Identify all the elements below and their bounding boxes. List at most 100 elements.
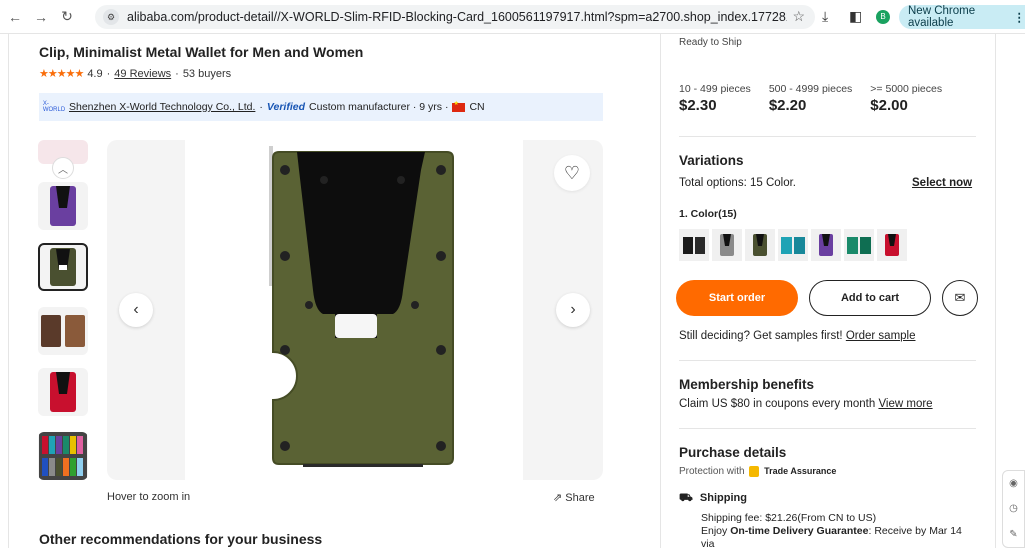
thumbnail-item-active[interactable] <box>38 243 88 291</box>
more-menu-icon[interactable]: ⋮ <box>1014 10 1025 24</box>
membership-heading: Membership benefits <box>679 377 814 392</box>
tier-range: 500 - 4999 pieces <box>769 83 852 95</box>
delivery-prefix: Enjoy <box>701 525 727 537</box>
protection-text: Protection with <box>679 466 745 477</box>
supplier-details: Custom manufacturer · 9 yrs · <box>309 101 448 113</box>
delivery-suffix: : Receive by Mar 14 <box>869 525 962 537</box>
shipping-row: ⛟ Shipping <box>679 492 747 506</box>
delivery-via: via <box>701 538 714 550</box>
reviews-link[interactable]: 49 Reviews <box>114 68 171 80</box>
forward-icon[interactable]: → <box>30 6 52 28</box>
verified-badge: Verified <box>267 101 305 113</box>
ready-to-ship-label: Ready to Ship <box>679 37 742 48</box>
start-order-button[interactable]: Start order <box>676 280 798 316</box>
address-bar[interactable]: ⚙ alibaba.com/product-detail//X-WORLD-Sl… <box>95 5 815 29</box>
page-divider <box>8 34 9 548</box>
separator: · <box>259 101 263 113</box>
separator: · <box>175 68 179 80</box>
color-swatch[interactable] <box>844 229 874 261</box>
bookmark-star-icon[interactable]: ☆ <box>792 8 805 25</box>
color-swatch[interactable] <box>679 229 709 261</box>
buyers-count: 53 buyers <box>183 68 231 80</box>
share-button[interactable]: ⇗ Share <box>553 491 595 504</box>
hover-zoom-hint: Hover to zoom in <box>107 491 190 503</box>
thumbnail-item[interactable] <box>38 432 88 480</box>
color-swatch[interactable] <box>811 229 841 261</box>
url-text[interactable]: alibaba.com/product-detail//X-WORLD-Slim… <box>127 10 787 24</box>
add-to-cart-button[interactable]: Add to cart <box>809 280 931 316</box>
browser-toolbar: ← → ↻ ⚙ alibaba.com/product-detail//X-WO… <box>0 0 1025 34</box>
supplier-name-link[interactable]: Shenzhen X-World Technology Co., Ltd. <box>69 101 255 113</box>
tier-price: $2.20 <box>769 97 852 114</box>
avatar-icon[interactable]: ◉ <box>1009 478 1018 489</box>
rating-row: ★★★★★ 4.9 · 49 Reviews · 53 buyers <box>39 67 231 80</box>
tier-price: $2.30 <box>679 97 751 114</box>
select-now-link[interactable]: Select now <box>912 177 972 189</box>
color-swatch[interactable] <box>745 229 775 261</box>
history-icon[interactable]: ◷ <box>1009 503 1018 514</box>
order-sample-link[interactable]: Order sample <box>846 330 916 342</box>
rating-stars-icon: ★★★★★ <box>39 67 83 80</box>
supplier-bar: X-WORLD Shenzhen X-World Technology Co.,… <box>39 93 603 121</box>
image-canvas <box>185 140 523 480</box>
back-icon[interactable]: ← <box>4 6 26 28</box>
rating-value: 4.9 <box>87 68 102 80</box>
samples-row: Still deciding? Get samples first! Order… <box>679 330 916 342</box>
share-label: Share <box>565 492 594 504</box>
price-tier: 10 - 499 pieces $2.30 <box>679 83 751 114</box>
total-options: Total options: 15 Color. <box>679 177 796 189</box>
price-tier: 500 - 4999 pieces $2.20 <box>769 83 852 114</box>
price-tier: >= 5000 pieces $2.00 <box>870 83 942 114</box>
view-more-link[interactable]: View more <box>878 398 932 410</box>
protection-row: Protection with Trade Assurance <box>679 466 836 477</box>
share-icon: ⇗ <box>553 492 562 504</box>
tier-range: >= 5000 pieces <box>870 83 942 95</box>
recommendations-heading: Other recommendations for your business <box>39 531 322 547</box>
membership-row: Claim US $80 in coupons every month View… <box>679 398 933 410</box>
download-icon[interactable]: ⤓ <box>822 8 828 25</box>
truck-icon: ⛟ <box>679 492 693 504</box>
product-title: Clip, Minimalist Metal Wallet for Men an… <box>39 44 363 60</box>
samples-text: Still deciding? Get samples first! <box>679 330 843 342</box>
trade-assurance-icon <box>749 466 759 477</box>
shipping-heading: Shipping <box>700 492 747 504</box>
supplier-country: CN <box>469 101 484 113</box>
main-product-image[interactable] <box>107 140 603 480</box>
thumbnail-list: ︿ <box>38 140 88 485</box>
thumbnail-item[interactable] <box>38 307 88 355</box>
color-swatch[interactable] <box>877 229 907 261</box>
next-image-button[interactable]: › <box>556 293 590 327</box>
thumbnail-item[interactable] <box>38 182 88 230</box>
tier-range: 10 - 499 pieces <box>679 83 751 95</box>
price-tiers: 10 - 499 pieces $2.30 500 - 4999 pieces … <box>679 83 960 114</box>
separator: · <box>107 68 111 80</box>
contact-supplier-mail-icon[interactable]: ✉ <box>942 280 978 316</box>
color-swatch[interactable] <box>712 229 742 261</box>
delivery-guarantee: On-time Delivery Guarantee <box>730 525 868 537</box>
supplier-logo: X-WORLD <box>43 102 65 112</box>
purchase-details-heading: Purchase details <box>679 445 786 460</box>
side-panel-icon[interactable]: ◧ <box>849 8 862 25</box>
chrome-update-button[interactable]: New Chrome available ⋮ <box>899 5 1025 29</box>
membership-text: Claim US $80 in coupons every month <box>679 398 875 410</box>
previous-image-button[interactable]: ‹ <box>119 293 153 327</box>
wallet-image <box>185 140 523 480</box>
heart-icon[interactable]: ♡ <box>554 155 590 191</box>
site-info-icon[interactable]: ⚙ <box>103 9 119 25</box>
trade-assurance-label: Trade Assurance <box>764 466 836 476</box>
thumbnail-item[interactable] <box>38 368 88 416</box>
color-swatch[interactable] <box>778 229 808 261</box>
profile-avatar[interactable]: B <box>876 10 890 24</box>
reload-icon[interactable]: ↻ <box>56 6 78 28</box>
feedback-icon[interactable]: ✎ <box>1009 529 1017 540</box>
china-flag-icon <box>452 103 465 112</box>
chevron-up-icon[interactable]: ︿ <box>52 157 74 179</box>
update-label: New Chrome available <box>908 5 1008 29</box>
tier-price: $2.00 <box>870 97 942 114</box>
divider <box>679 136 976 137</box>
divider <box>679 360 976 361</box>
shipping-fee: Shipping fee: $21.26(From CN to US) <box>701 512 876 524</box>
color-label: 1. Color(15) <box>679 208 737 220</box>
floating-toolbar: ◉ ◷ ✎ <box>1002 470 1025 548</box>
color-swatches <box>679 229 907 261</box>
